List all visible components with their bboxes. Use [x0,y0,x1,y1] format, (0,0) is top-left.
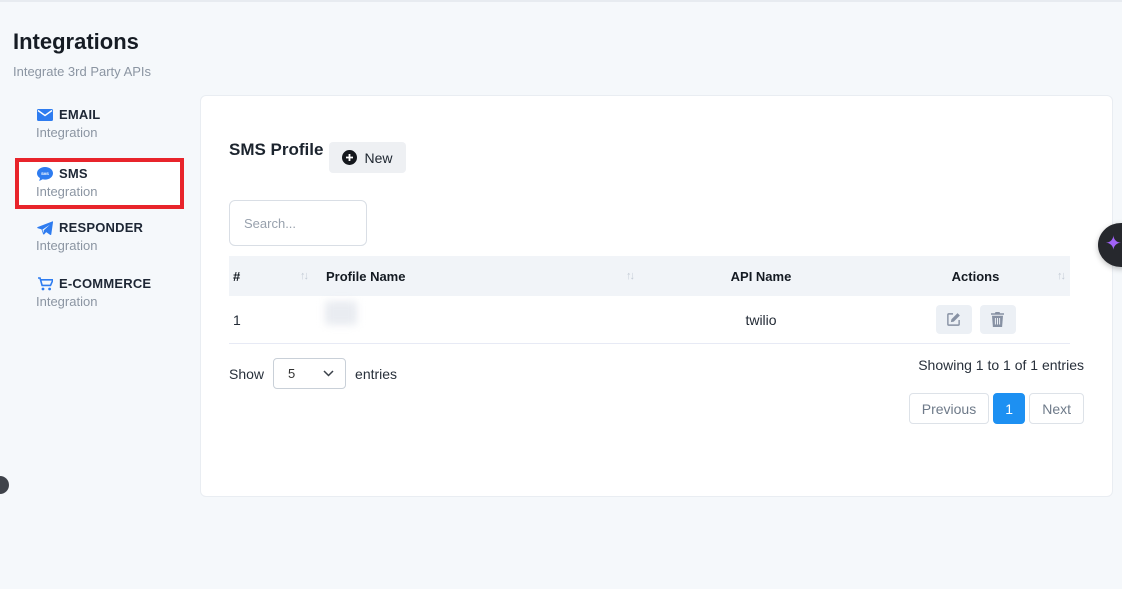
cell-actions [881,296,1070,343]
panel-title: SMS Profile [229,140,323,160]
paper-plane-icon [36,221,53,235]
cell-api-name: twilio [641,296,881,343]
sidebar-item-label: SMS [59,166,88,181]
edit-button[interactable] [936,305,972,334]
table-row: 1 twilio [229,296,1070,344]
sidebar-item-sublabel: Integration [36,238,143,253]
new-profile-button[interactable]: New [329,142,406,173]
sidebar-item-responder[interactable]: RESPONDER Integration [36,220,143,253]
column-header-profile-name[interactable]: Profile Name ↑↓ [311,256,641,296]
sort-icon[interactable]: ↑↓ [626,270,633,282]
left-edge-widget-handle[interactable] [0,476,9,494]
page-title: Integrations [13,29,139,55]
selected-page-size: 5 [288,366,295,381]
chevron-down-icon [323,370,334,377]
column-header-api-name[interactable]: API Name [641,256,881,296]
sms-profile-panel: SMS Profile New # ↑↓ Profile Name ↑↓ API… [200,95,1113,497]
profiles-table: # ↑↓ Profile Name ↑↓ API Name Actions ↑↓… [229,256,1070,344]
sidebar-item-label: E-COMMERCE [59,276,151,291]
column-header-index[interactable]: # ↑↓ [229,256,311,296]
delete-button[interactable] [980,305,1016,334]
cell-profile-name [311,296,641,343]
table-header-row: # ↑↓ Profile Name ↑↓ API Name Actions ↑↓ [229,256,1070,296]
plus-circle-icon [342,150,357,165]
redacted-profile-name [325,301,357,325]
sidebar-item-email[interactable]: EMAIL Integration [36,107,100,140]
search-input[interactable] [229,200,367,246]
previous-page-button[interactable]: Previous [909,393,989,424]
sidebar-item-sms[interactable]: SMS SMS Integration [15,158,184,209]
new-button-label: New [364,150,392,166]
pagination: Previous 1 Next [909,393,1084,424]
cart-icon [36,277,53,291]
trash-icon [991,312,1004,327]
chat-bubble-icon: SMS [36,167,53,181]
page-subtitle: Integrate 3rd Party APIs [13,64,151,79]
next-page-button[interactable]: Next [1029,393,1084,424]
edit-icon [946,312,961,327]
sidebar-item-label: RESPONDER [59,220,143,235]
sparkle-icon: ✦ [1105,234,1122,254]
sidebar-item-sublabel: Integration [36,294,151,309]
entries-per-page-select[interactable]: 5 [273,358,346,389]
show-label: Show [229,366,264,382]
cell-index: 1 [229,296,311,343]
sidebar-item-sublabel: Integration [36,125,100,140]
page-size-control: Show 5 entries [229,358,397,389]
column-header-actions[interactable]: Actions ↑↓ [881,256,1070,296]
showing-entries-text: Showing 1 to 1 of 1 entries [918,357,1084,373]
sidebar-item-ecommerce[interactable]: E-COMMERCE Integration [36,276,151,309]
sort-icon[interactable]: ↑↓ [300,270,307,282]
sidebar-item-label: EMAIL [59,107,100,122]
sort-icon[interactable]: ↑↓ [1057,270,1064,282]
integrations-page: Integrations Integrate 3rd Party APIs EM… [0,0,1122,589]
entries-label: entries [355,366,397,382]
page-number-button[interactable]: 1 [993,393,1025,424]
sidebar-item-sublabel: Integration [36,184,180,199]
envelope-icon [36,109,53,121]
svg-text:SMS: SMS [41,172,49,176]
